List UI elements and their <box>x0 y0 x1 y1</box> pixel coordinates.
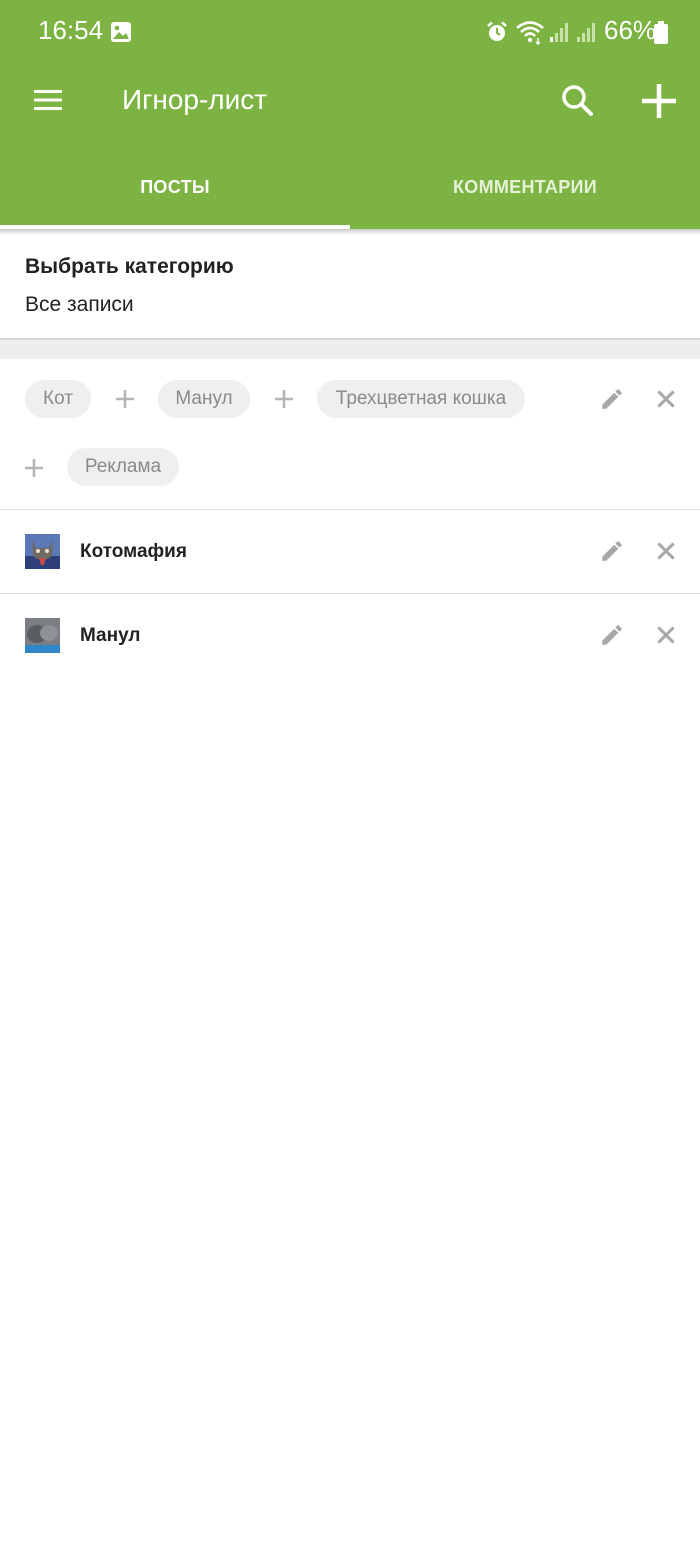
signal-icon <box>577 23 595 42</box>
plus-icon <box>275 390 293 408</box>
status-time: 16:54 <box>38 15 104 45</box>
tag-chip-label: Манул <box>175 388 233 409</box>
tag-chip[interactable]: Трехцветная кошка <box>317 380 525 418</box>
signal-icon <box>550 23 568 42</box>
tab-label: КОММЕНТАРИИ <box>452 177 598 197</box>
add-icon[interactable] <box>638 80 680 122</box>
tag-chip[interactable]: Кот <box>25 380 91 418</box>
manul-avatar-icon <box>25 618 60 653</box>
section-separator <box>0 338 700 359</box>
wifi-icon <box>516 21 544 45</box>
pencil-icon[interactable] <box>599 386 625 412</box>
close-icon[interactable] <box>653 386 679 412</box>
divider <box>0 509 700 510</box>
tag-chip[interactable]: Реклама <box>67 448 179 486</box>
community-avatar <box>25 534 60 569</box>
community-name[interactable]: Манул <box>80 625 141 647</box>
pencil-icon[interactable] <box>599 622 625 648</box>
category-value: Все записи <box>25 293 134 316</box>
category-label: Выбрать категорию <box>25 255 234 278</box>
tag-chip-label: Реклама <box>84 456 162 477</box>
battery-icon <box>654 21 668 44</box>
close-icon[interactable] <box>653 538 679 564</box>
gallery-icon <box>111 22 131 42</box>
tag-chip-label: Кот <box>43 388 73 409</box>
app-bar: 16:54 66% Игнор-лист ПОСТЫ КОММЕНТАРИИ <box>0 0 700 229</box>
search-icon[interactable] <box>557 80 597 120</box>
tab-comments[interactable]: КОММЕНТАРИИ <box>350 150 700 229</box>
community-name[interactable]: Котомафия <box>80 541 187 563</box>
alarm-icon <box>487 21 507 41</box>
page-title: Игнор-лист <box>122 84 268 115</box>
menu-icon[interactable] <box>30 84 66 116</box>
plus-icon <box>116 390 134 408</box>
tab-posts[interactable]: ПОСТЫ <box>0 150 350 229</box>
cat-avatar-icon <box>25 534 60 569</box>
pencil-icon[interactable] <box>599 538 625 564</box>
battery-level: 66% <box>604 15 657 45</box>
plus-icon <box>25 459 43 477</box>
close-icon[interactable] <box>653 622 679 648</box>
status-bar: 16:54 66% <box>0 0 700 64</box>
tab-label: ПОСТЫ <box>140 177 210 197</box>
tag-chip-label: Трехцветная кошка <box>335 388 507 409</box>
category-selector[interactable]: Выбрать категорию Все записи <box>0 235 700 339</box>
community-avatar <box>25 618 60 653</box>
tag-chip[interactable]: Манул <box>158 380 250 418</box>
divider <box>0 593 700 594</box>
